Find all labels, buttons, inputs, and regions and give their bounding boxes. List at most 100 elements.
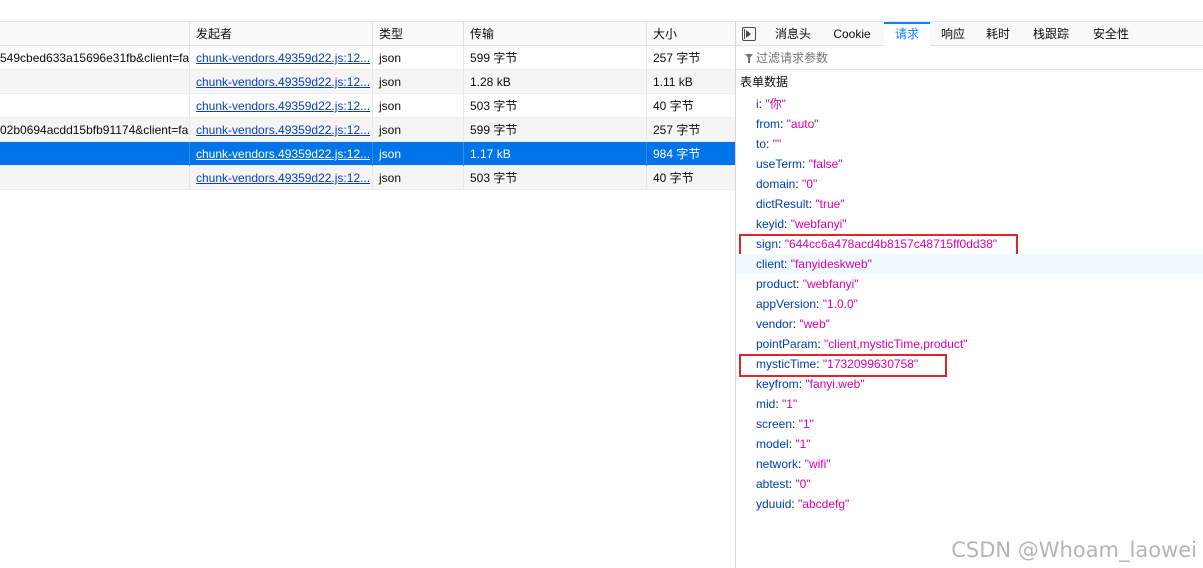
list-item[interactable]: keyid: "webfanyi"	[736, 214, 1203, 234]
filter-params-input[interactable]	[756, 46, 1196, 70]
param-key: useTerm	[756, 157, 803, 171]
tab-response[interactable]: 响应	[934, 22, 972, 46]
row-initiator: chunk-vendors.49359d22.js:12...	[189, 94, 372, 118]
list-item[interactable]: domain: "0"	[736, 174, 1203, 194]
list-item[interactable]: network: "wifi"	[736, 454, 1203, 474]
row-type: json	[372, 70, 463, 94]
detail-tabs: 消息头 Cookie 请求 响应 耗时 栈跟踪 安全性	[736, 22, 1203, 46]
tab-request[interactable]: 请求	[884, 22, 930, 46]
row-transferred: 503 字节	[463, 166, 646, 190]
row-type: json	[372, 118, 463, 142]
list-item[interactable]: to: ""	[736, 134, 1203, 154]
row-transferred: 599 字节	[463, 118, 646, 142]
toggle-panel-icon[interactable]	[742, 27, 756, 41]
network-request-table: 发起者 类型 传输 大小 549cbed633a15696e31fb&clien…	[0, 22, 735, 568]
list-item[interactable]: yduuid: "abcdefg"	[736, 494, 1203, 514]
param-key: abtest	[756, 477, 789, 491]
param-key: domain	[756, 177, 796, 191]
param-key: client	[756, 257, 785, 271]
list-item[interactable]: model: "1"	[736, 434, 1203, 454]
param-key: i	[756, 97, 759, 111]
list-item[interactable]: from: "auto"	[736, 114, 1203, 134]
list-item-mystictime[interactable]: mysticTime: "1732099630758"	[736, 354, 1203, 377]
watermark: CSDN @Whoam_laowei	[951, 538, 1197, 562]
initiator-link[interactable]: chunk-vendors.49359d22.js:12...	[196, 171, 370, 185]
param-key: pointParam	[756, 337, 818, 351]
param-value: "false"	[808, 157, 843, 171]
initiator-link[interactable]: chunk-vendors.49359d22.js:12...	[196, 75, 370, 89]
param-key: vendor	[756, 317, 793, 331]
row-type: json	[372, 46, 463, 70]
table-row-selected[interactable]: chunk-vendors.49359d22.js:12... json 1.1…	[0, 142, 735, 166]
param-value: "web"	[799, 317, 830, 331]
list-item[interactable]: useTerm: "false"	[736, 154, 1203, 174]
column-header-size[interactable]: 大小	[646, 22, 735, 46]
param-key: model	[756, 437, 789, 451]
table-row[interactable]: 549cbed633a15696e31fb&client=fa chunk-ve…	[0, 46, 735, 70]
list-item-sign[interactable]: sign: "644cc6a478acd4b8157c48715ff0dd38"	[736, 234, 1203, 257]
param-value: "auto"	[786, 117, 819, 131]
param-key: mid	[756, 397, 776, 411]
table-row[interactable]: 02b0694acdd15bfb91174&client=fa chunk-ve…	[0, 118, 735, 142]
param-key: to	[756, 137, 767, 151]
list-item[interactable]: abtest: "0"	[736, 474, 1203, 494]
column-header-initiator[interactable]: 发起者	[189, 22, 372, 46]
list-item[interactable]: vendor: "web"	[736, 314, 1203, 334]
tab-headers[interactable]: 消息头	[766, 22, 820, 46]
param-value: "webfanyi"	[790, 217, 847, 231]
list-item[interactable]: i: "你"	[736, 94, 1203, 114]
param-key: from	[756, 117, 780, 131]
list-item[interactable]: appVersion: "1.0.0"	[736, 294, 1203, 314]
form-data-section-title[interactable]: 表单数据	[736, 70, 1203, 94]
initiator-link[interactable]: chunk-vendors.49359d22.js:12...	[196, 147, 370, 161]
param-value: "abcdefg"	[798, 497, 850, 511]
param-value: "client,mysticTime,product"	[824, 337, 968, 351]
param-filter-bar	[736, 46, 1203, 70]
param-key: appVersion	[756, 297, 817, 311]
param-value: "0"	[795, 477, 811, 491]
param-value: "0"	[802, 177, 818, 191]
param-value: "1732099630758"	[822, 357, 919, 371]
list-item[interactable]: dictResult: "true"	[736, 194, 1203, 214]
request-detail-panel: 消息头 Cookie 请求 响应 耗时 栈跟踪 安全性 表单数据 i: "你" …	[736, 22, 1203, 568]
table-row[interactable]: chunk-vendors.49359d22.js:12... json 1.2…	[0, 70, 735, 94]
list-item[interactable]: pointParam: "client,mysticTime,product"	[736, 334, 1203, 354]
param-key: mysticTime	[756, 357, 817, 371]
row-url: 549cbed633a15696e31fb&client=fa	[0, 51, 189, 65]
initiator-link[interactable]: chunk-vendors.49359d22.js:12...	[196, 51, 370, 65]
column-header-type[interactable]: 类型	[372, 22, 463, 46]
row-url	[0, 142, 189, 166]
tab-security[interactable]: 安全性	[1086, 22, 1136, 46]
filter-icon	[745, 54, 753, 63]
list-item[interactable]: screen: "1"	[736, 414, 1203, 434]
list-item[interactable]: keyfrom: "fanyi.web"	[736, 374, 1203, 394]
param-value: "fanyideskweb"	[790, 257, 872, 271]
initiator-link[interactable]: chunk-vendors.49359d22.js:12...	[196, 123, 370, 137]
column-header-url[interactable]	[0, 22, 189, 46]
initiator-link[interactable]: chunk-vendors.49359d22.js:12...	[196, 99, 370, 113]
param-key: keyfrom	[756, 377, 799, 391]
row-size: 257 字节	[646, 46, 735, 70]
row-url: 02b0694acdd15bfb91174&client=fa	[0, 123, 189, 137]
param-value: "1"	[798, 417, 814, 431]
param-value: "1"	[782, 397, 798, 411]
row-initiator: chunk-vendors.49359d22.js:12...	[189, 70, 372, 94]
row-url	[0, 70, 189, 94]
list-item[interactable]: product: "webfanyi"	[736, 274, 1203, 294]
column-header-transferred[interactable]: 传输	[463, 22, 646, 46]
tab-cookie[interactable]: Cookie	[824, 22, 880, 46]
table-row[interactable]: chunk-vendors.49359d22.js:12... json 503…	[0, 94, 735, 118]
tab-timings[interactable]: 耗时	[980, 22, 1016, 46]
row-type: json	[372, 94, 463, 118]
param-key: yduuid	[756, 497, 792, 511]
table-row[interactable]: chunk-vendors.49359d22.js:12... json 503…	[0, 166, 735, 190]
list-item[interactable]: mid: "1"	[736, 394, 1203, 414]
row-transferred: 503 字节	[463, 94, 646, 118]
param-key: screen	[756, 417, 793, 431]
top-strip	[0, 0, 1203, 22]
row-type: json	[372, 142, 463, 166]
form-data-params: i: "你" from: "auto" to: "" useTerm: "fal…	[736, 94, 1203, 514]
tab-stack-trace[interactable]: 栈跟踪	[1026, 22, 1076, 46]
list-item[interactable]: client: "fanyideskweb"	[736, 254, 1203, 274]
row-type: json	[372, 166, 463, 190]
